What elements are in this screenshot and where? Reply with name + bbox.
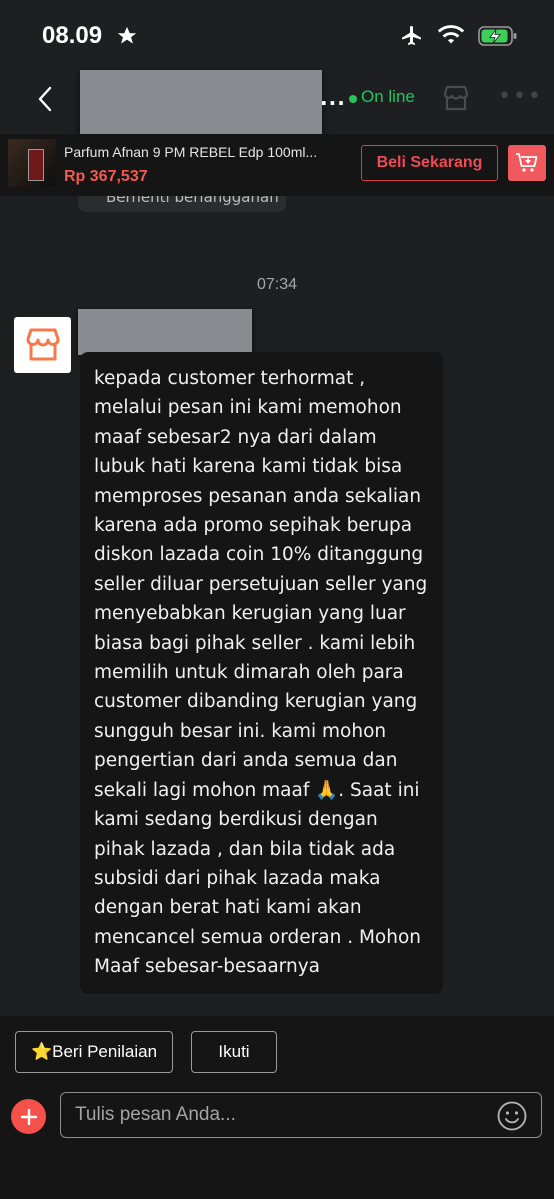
unsubscribe-chip-label: Berhenti berlangganan (106, 196, 279, 206)
cart-add-icon (516, 153, 538, 172)
product-bar[interactable]: Parfum Afnan 9 PM REBEL Edp 100ml... Rp … (0, 134, 554, 196)
wifi-icon (438, 25, 464, 44)
product-price: Rp 367,537 (64, 168, 148, 185)
chat-header: ... On line ••• (0, 70, 554, 134)
shop-name-redacted (80, 70, 322, 134)
add-to-cart-button[interactable] (508, 145, 546, 181)
star-icon (117, 26, 137, 44)
message-input[interactable] (60, 1092, 542, 1138)
shop-name-ellipsis: ... (320, 86, 346, 110)
sender-name-redacted (78, 309, 252, 355)
buy-now-button[interactable]: Beli Sekarang (361, 145, 498, 181)
rate-button[interactable]: ⭐Beri Penilaian (15, 1031, 173, 1073)
chat-area[interactable]: Berhenti berlangganan 07:34 kepada custo… (0, 196, 554, 1016)
plus-icon (20, 1108, 37, 1125)
product-title[interactable]: Parfum Afnan 9 PM REBEL Edp 100ml... (64, 144, 317, 160)
unsubscribe-chip[interactable]: Berhenti berlangganan (78, 196, 286, 212)
message-text: kepada customer terhormat , melalui pesa… (94, 368, 428, 978)
more-icon[interactable]: ••• (498, 84, 543, 109)
battery-charging-icon (478, 26, 517, 46)
online-status-label: On line (361, 87, 415, 106)
emoji-icon[interactable] (496, 1100, 528, 1132)
online-status-dot (349, 95, 357, 103)
product-thumbnail[interactable] (8, 139, 56, 187)
chat-footer: ⭐Beri Penilaian Ikuti (0, 1016, 554, 1199)
message-timestamp: 07:34 (256, 276, 298, 293)
follow-button[interactable]: Ikuti (191, 1031, 277, 1073)
store-icon[interactable] (440, 82, 472, 114)
message-bubble: kepada customer terhormat , melalui pesa… (80, 352, 443, 994)
back-chevron-icon[interactable] (34, 84, 58, 114)
shop-avatar[interactable] (14, 317, 71, 373)
status-icons (400, 24, 518, 48)
status-bar: 08.09 (0, 0, 554, 70)
airplane-icon (402, 26, 421, 45)
store-icon (26, 328, 59, 361)
perfume-bottle-image (28, 149, 44, 181)
attach-button[interactable] (11, 1099, 46, 1134)
status-time: 08.09 (42, 22, 103, 49)
